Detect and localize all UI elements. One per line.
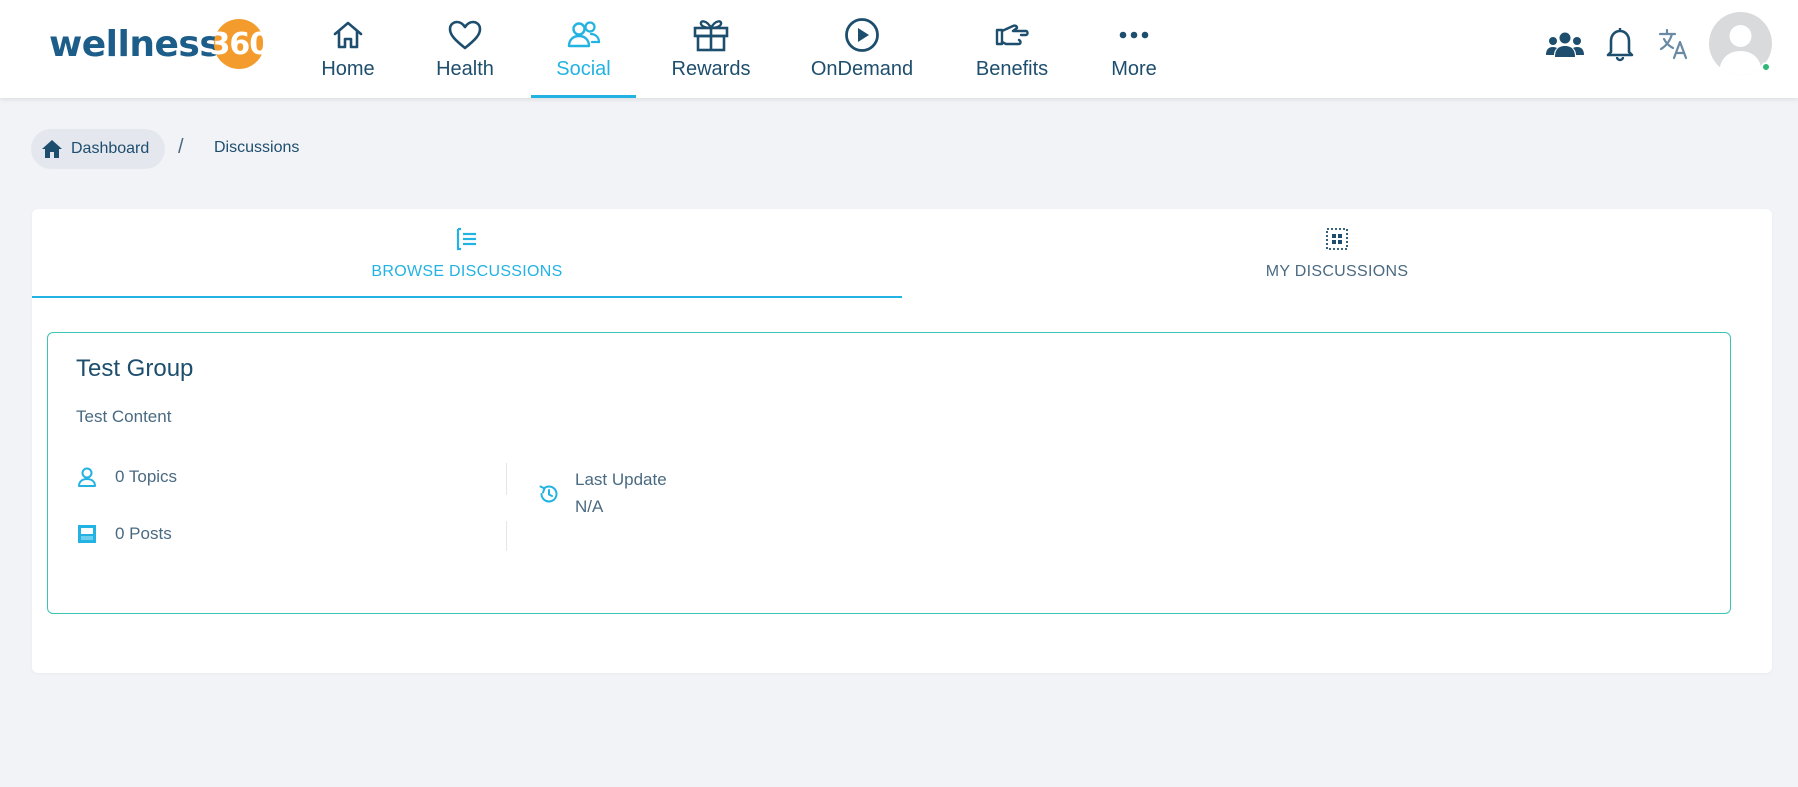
breadcrumb-current: Discussions — [214, 139, 300, 156]
tab-my-discussions-label: MY DISCUSSIONS — [1265, 263, 1409, 280]
breadcrumb-dashboard-label: Dashboard — [71, 140, 150, 157]
nav-health-label: Health — [436, 58, 494, 80]
tab-browse-discussions[interactable]: BROWSE DISCUSSIONS — [32, 209, 902, 298]
history-icon — [538, 483, 560, 505]
nav-benefits[interactable]: Benefits — [970, 0, 1054, 98]
list-icon — [455, 227, 479, 253]
nav-rewards-label: Rewards — [671, 58, 751, 80]
tab-my-discussions[interactable]: MY DISCUSSIONS — [902, 209, 1772, 298]
home-icon — [42, 140, 62, 158]
heart-icon — [447, 18, 483, 52]
breadcrumb-separator: / — [178, 136, 184, 158]
logo-text: wellness — [49, 23, 221, 65]
logo-badge: 360 — [209, 19, 270, 69]
posts-count: 0 Posts — [76, 523, 172, 545]
breadcrumb-dashboard[interactable]: Dashboard — [31, 129, 166, 169]
wellness360-logo[interactable]: wellness 360 — [49, 18, 270, 70]
group-icon[interactable] — [1545, 30, 1585, 65]
discussion-group-card[interactable]: Test Group Test Content 0 Topics 0 Posts… — [47, 332, 1731, 614]
last-update: Last Update N/A — [538, 466, 667, 520]
group-content: Test Content — [76, 407, 172, 426]
people-icon — [566, 18, 602, 52]
nav-home-label: Home — [321, 58, 375, 80]
nav-health[interactable]: Health — [431, 0, 499, 98]
hand-icon — [993, 18, 1031, 52]
nav-ondemand[interactable]: OnDemand — [807, 0, 917, 98]
nav-more-label: More — [1111, 58, 1157, 80]
last-update-label: Last Update — [575, 470, 667, 489]
nav-social[interactable]: Social — [531, 0, 636, 98]
last-update-value: N/A — [575, 497, 604, 516]
topics-count: 0 Topics — [76, 466, 177, 488]
nav-rewards[interactable]: Rewards — [666, 0, 756, 98]
online-status-dot — [1761, 62, 1771, 72]
tab-browse-discussions-label: BROWSE DISCUSSIONS — [371, 263, 563, 280]
top-navigation-bar: wellness 360 Home Health Social Rewards … — [0, 0, 1798, 98]
nav-home[interactable]: Home — [316, 0, 380, 98]
posts-icon — [76, 523, 98, 545]
nav-benefits-label: Benefits — [975, 58, 1049, 80]
nav-more[interactable]: More — [1109, 0, 1159, 98]
grid-icon — [1325, 227, 1349, 253]
bell-icon[interactable] — [1605, 26, 1635, 67]
stat-divider — [506, 463, 507, 495]
translate-icon[interactable] — [1658, 28, 1690, 65]
discussions-panel: BROWSE DISCUSSIONS MY DISCUSSIONS Test G… — [32, 209, 1772, 673]
posts-count-text: 0 Posts — [115, 524, 172, 543]
home-icon — [331, 18, 365, 52]
user-icon — [76, 466, 98, 488]
stat-divider — [506, 521, 507, 551]
nav-ondemand-label: OnDemand — [810, 58, 914, 80]
gift-icon — [692, 18, 730, 52]
more-dots-icon — [1118, 18, 1150, 52]
play-circle-icon — [843, 18, 881, 52]
group-title: Test Group — [76, 355, 194, 382]
topics-count-text: 0 Topics — [115, 467, 178, 486]
nav-social-label: Social — [556, 58, 611, 80]
